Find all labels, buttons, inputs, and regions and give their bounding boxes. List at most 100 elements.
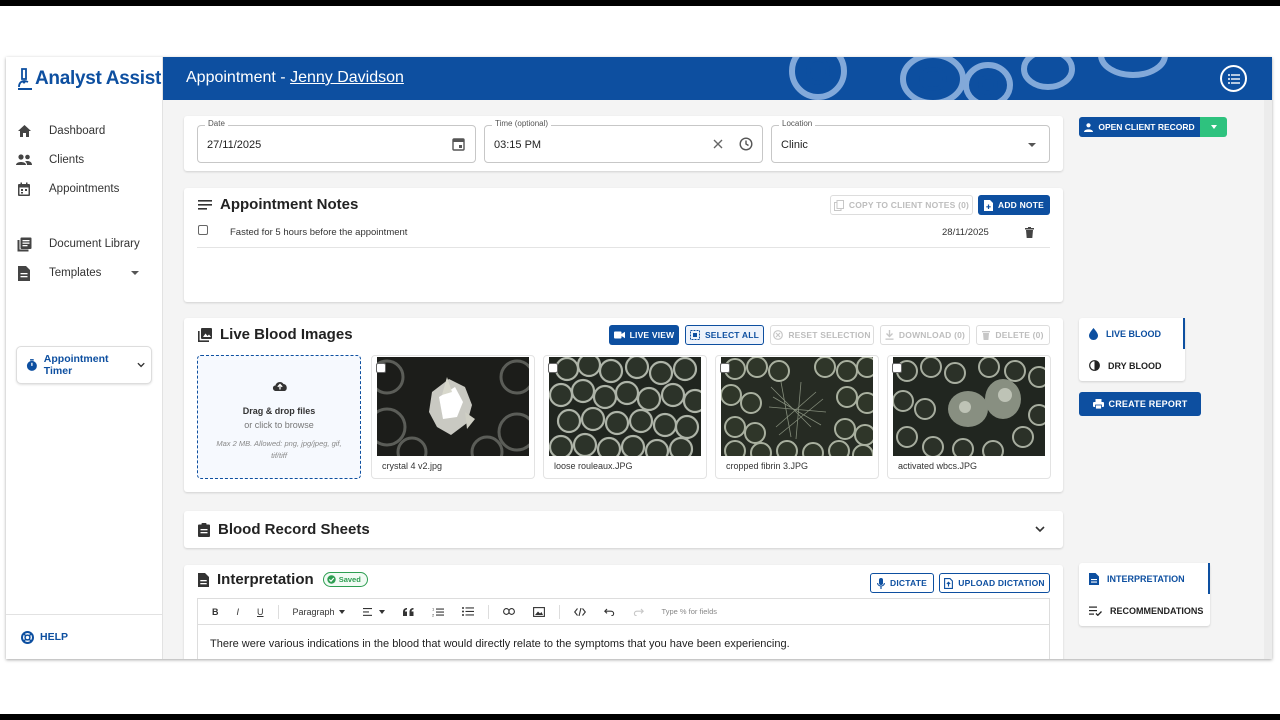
dropdown-arrow-icon[interactable] (1028, 143, 1036, 147)
paragraph-style-label: Paragraph (292, 606, 335, 617)
open-client-record-button[interactable]: OPEN CLIENT RECORD (1079, 117, 1227, 137)
code-button[interactable] (573, 607, 586, 616)
help-label: HELP (40, 631, 69, 643)
image-card[interactable]: loose rouleaux.JPG (543, 355, 707, 479)
blockquote-button[interactable] (402, 607, 414, 616)
videocam-icon (613, 331, 625, 339)
tab-interpretation[interactable]: INTERPRETATION (1079, 563, 1210, 594)
upload-dictation-button[interactable]: UPLOAD DICTATION (939, 573, 1050, 593)
undo-icon (603, 608, 614, 616)
numbered-list-icon: 12 (432, 607, 444, 617)
create-report-button[interactable]: CREATE REPORT (1079, 392, 1201, 416)
select-all-button[interactable]: SELECT ALL (685, 325, 764, 345)
dropzone-hint: Max 2 MB. Allowed: png, jpg/jpeg, gif, t… (216, 439, 342, 460)
timer-label: Appointment Timer (43, 353, 109, 377)
image-button[interactable] (532, 606, 545, 617)
download-button[interactable]: DOWNLOAD (0) (880, 325, 970, 345)
blood-record-sheets-card[interactable]: Blood Record Sheets (184, 511, 1063, 548)
interpretation-text[interactable]: There were various indications in the bl… (210, 638, 790, 650)
images-title: Live Blood Images (220, 326, 353, 343)
underline-button[interactable]: U (257, 607, 264, 617)
saved-status-badge: Saved (322, 572, 368, 587)
client-name-link[interactable]: Jenny Davidson (290, 69, 404, 86)
copy-button-label: COPY TO CLIENT NOTES (0) (848, 200, 970, 210)
tab-recommendations[interactable]: RECOMMENDATIONS (1079, 595, 1210, 626)
paragraph-style-select[interactable]: Paragraph (293, 607, 345, 617)
file-dropzone[interactable]: Drag & drop files or click to browse Max… (197, 355, 361, 479)
rouleaux-image (549, 357, 701, 456)
undo-button[interactable] (603, 608, 615, 616)
chevron-down-icon[interactable] (131, 271, 139, 275)
image-card[interactable]: cropped fibrin 3.JPG (715, 355, 879, 479)
time-field[interactable]: Time (optional) 03:15 PM (484, 119, 763, 163)
clear-icon[interactable] (713, 139, 723, 149)
blood-image-thumbnail[interactable] (893, 357, 1045, 456)
image-card[interactable]: activated wbcs.JPG (887, 355, 1051, 479)
note-row: Fasted for 5 hours before the appointmen… (197, 222, 1050, 248)
open-client-record-main[interactable]: OPEN CLIENT RECORD (1079, 117, 1200, 137)
tab-label: INTERPRETATION (1107, 573, 1185, 584)
live-view-button[interactable]: LIVE VIEW (609, 325, 679, 345)
italic-button[interactable]: I (237, 607, 240, 617)
interpretation-editor[interactable]: There were various indications in the bl… (197, 624, 1050, 659)
align-select[interactable] (362, 607, 385, 616)
date-field-value[interactable]: 27/11/2025 (207, 139, 261, 151)
editor-toolbar: B I U Paragraph 12 Type % for fields (197, 598, 1050, 624)
copy-to-client-notes-button[interactable]: COPY TO CLIENT NOTES (0) (830, 195, 973, 215)
numbered-list-button[interactable]: 12 (432, 607, 444, 617)
blood-image-thumbnail[interactable] (549, 357, 701, 456)
blood-image-thumbnail[interactable] (721, 357, 873, 456)
reset-selection-button[interactable]: RESET SELECTION (770, 325, 874, 345)
dropdown-arrow-icon (1210, 125, 1217, 129)
add-note-button[interactable]: ADD NOTE (978, 195, 1050, 215)
redo-icon (633, 608, 644, 616)
sidebar-item-clients[interactable]: Clients (16, 150, 84, 170)
chevron-down-icon (137, 362, 145, 368)
delete-images-button[interactable]: DELETE (0) (976, 325, 1050, 345)
delete-icon[interactable] (1025, 227, 1034, 238)
microphone-icon (877, 577, 885, 589)
app-logo[interactable]: Analyst Assist (16, 67, 161, 91)
time-field-value[interactable]: 03:15 PM (494, 139, 541, 151)
clock-icon[interactable] (739, 137, 753, 151)
location-select[interactable]: Location Clinic (771, 119, 1050, 163)
dictate-button[interactable]: DICTATE (870, 573, 934, 593)
dropzone-title: Drag & drop files (242, 406, 316, 416)
scrollbar[interactable] (1264, 100, 1272, 659)
redo-button[interactable] (633, 608, 644, 616)
bullet-list-button[interactable] (461, 607, 474, 616)
bold-button[interactable]: B (212, 607, 219, 617)
sidebar-item-dashboard[interactable]: Dashboard (16, 121, 105, 141)
date-field[interactable]: Date 27/11/2025 (197, 119, 476, 163)
image-checkbox[interactable] (892, 363, 902, 373)
library-icon (16, 236, 32, 252)
image-filename: crystal 4 v2.jpg (382, 461, 443, 471)
image-checkbox[interactable] (720, 363, 730, 373)
upload-cloud-icon (272, 382, 287, 391)
sidebar-item-appointments[interactable]: Appointments (16, 179, 119, 199)
location-field-value[interactable]: Clinic (781, 139, 808, 151)
people-icon (16, 152, 32, 168)
download-icon (885, 330, 894, 340)
document-icon (198, 572, 209, 587)
blood-image-thumbnail[interactable] (377, 357, 529, 456)
link-button[interactable] (502, 608, 515, 615)
open-client-record-dropdown[interactable] (1200, 117, 1227, 137)
document-icon (16, 265, 32, 281)
tab-dry-blood[interactable]: DRY BLOOD (1079, 350, 1185, 381)
calendar-icon[interactable] (452, 137, 465, 151)
tab-live-blood[interactable]: LIVE BLOOD (1079, 318, 1185, 349)
expand-chevron-icon[interactable] (1035, 526, 1045, 533)
appointment-timer-button[interactable]: Appointment Timer (16, 346, 152, 384)
align-left-icon (362, 607, 372, 616)
sidebar-item-templates[interactable]: Templates (16, 263, 101, 283)
header-menu-button[interactable] (1220, 65, 1247, 92)
image-card[interactable]: crystal 4 v2.jpg (371, 355, 535, 479)
interpretation-card: Interpretation Saved DICTATE UPLOAD DICT… (184, 565, 1063, 659)
image-checkbox[interactable] (548, 363, 558, 373)
sidebar-item-document-library[interactable]: Document Library (16, 234, 140, 254)
image-checkbox[interactable] (376, 363, 386, 373)
help-button[interactable]: HELP (6, 614, 163, 659)
image-filename: loose rouleaux.JPG (554, 461, 633, 471)
photo-library-icon (198, 327, 212, 342)
